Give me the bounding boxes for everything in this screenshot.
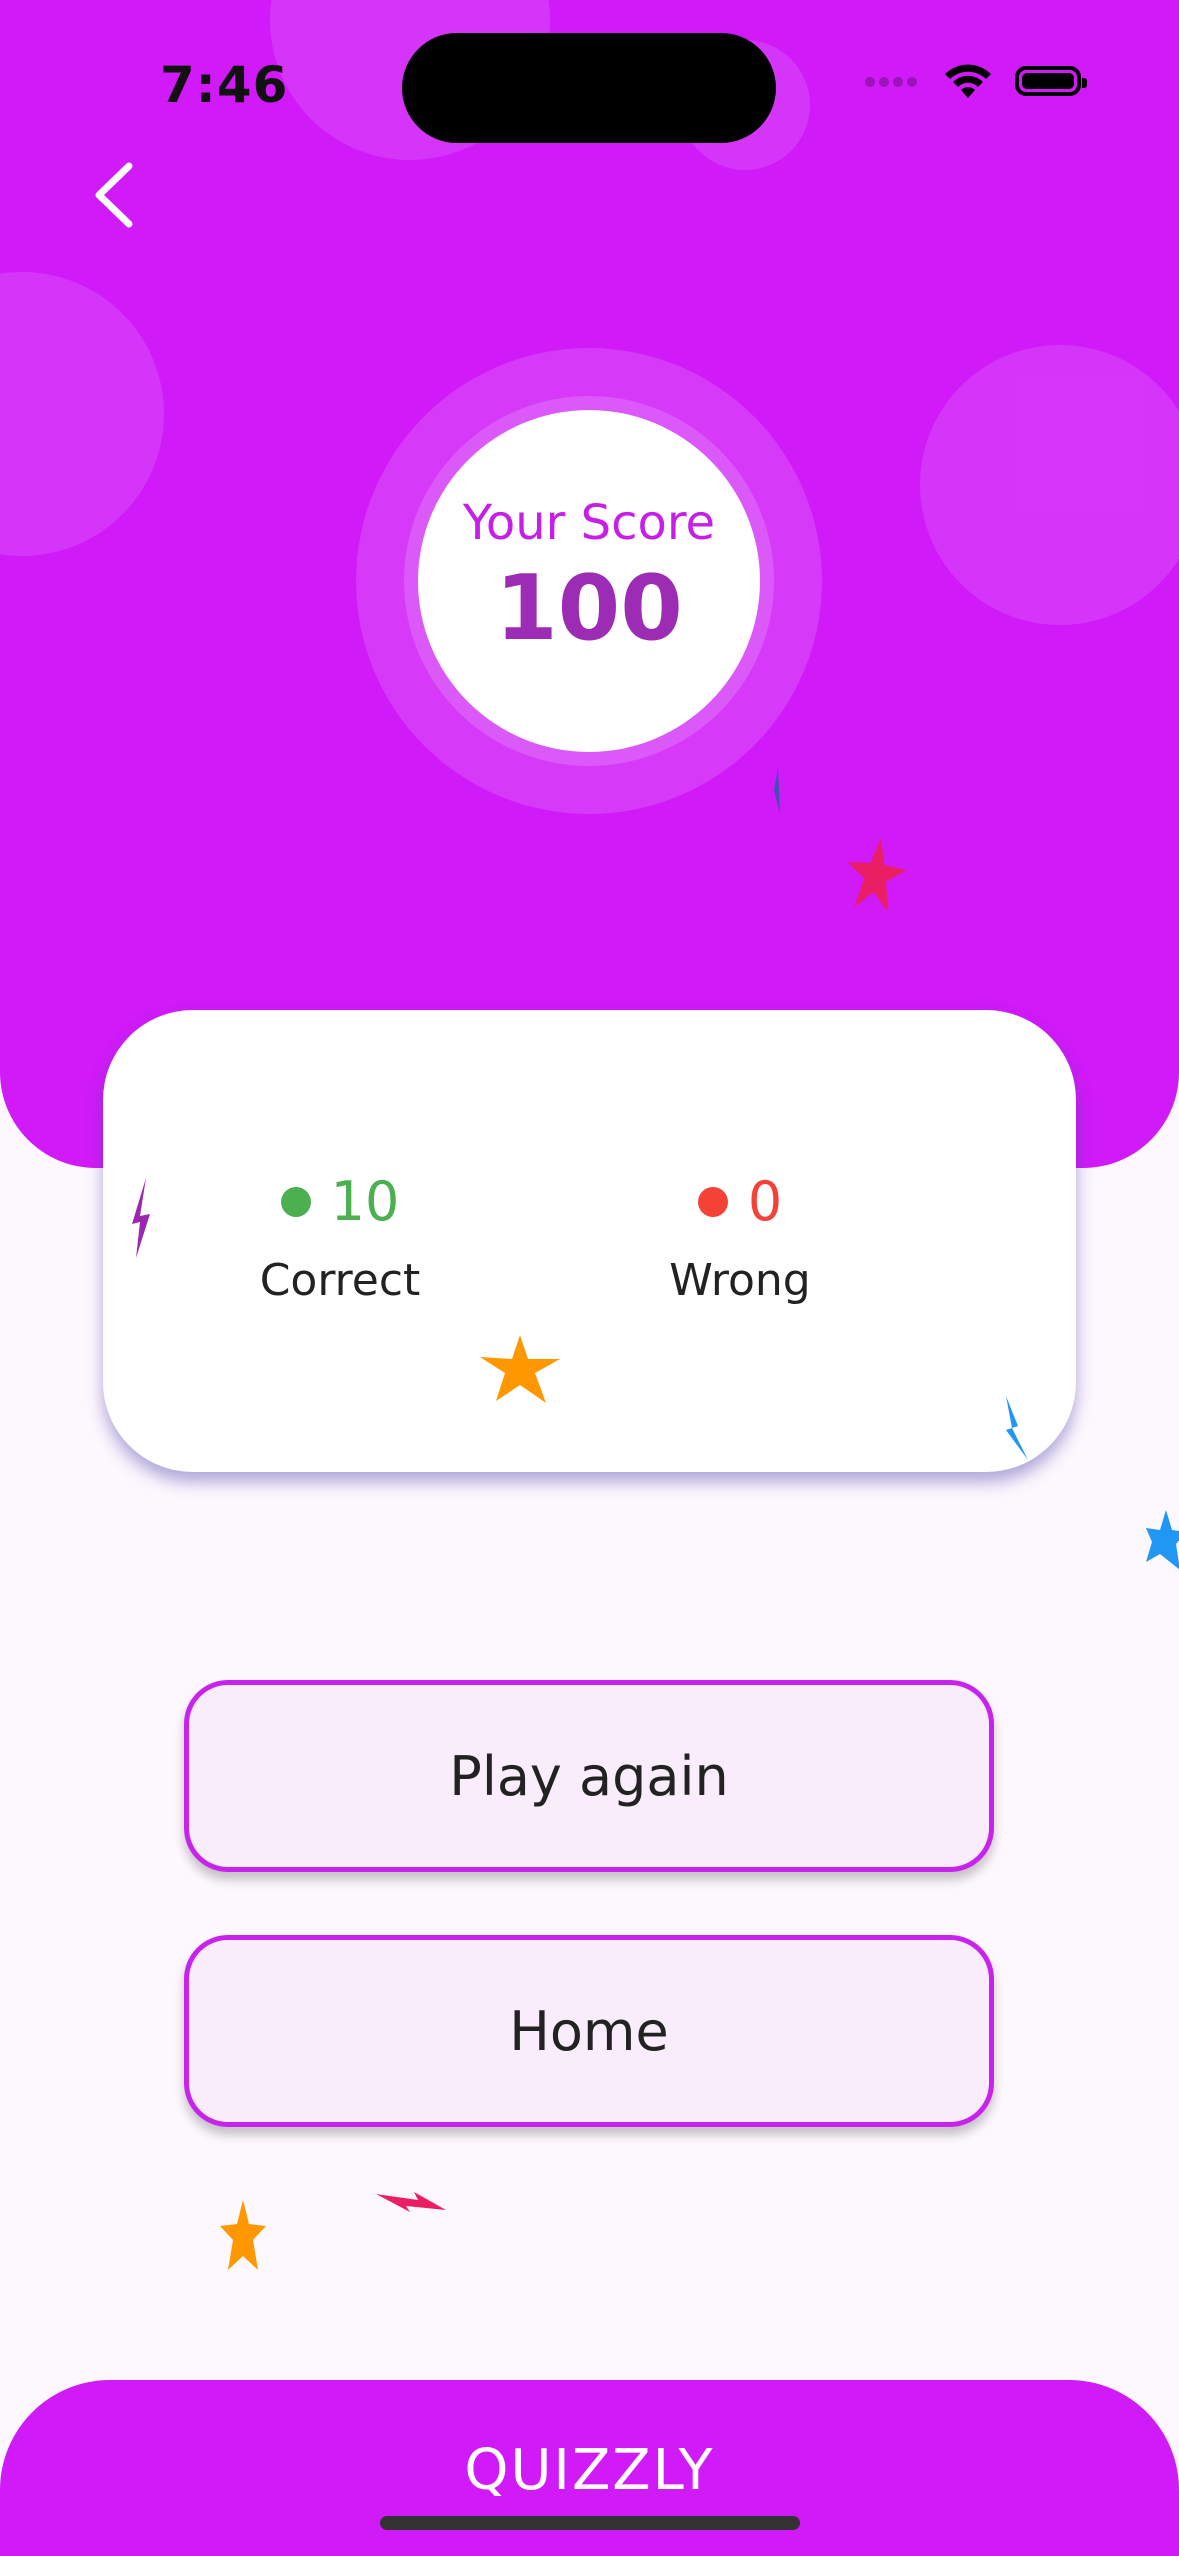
results-card: 10 Correct 0 Wrong [103, 1010, 1076, 1472]
status-time: 7:46 [160, 56, 289, 114]
correct-stat: 10 Correct [190, 1170, 490, 1306]
battery-icon [1015, 66, 1087, 96]
score-label: Your Score [462, 494, 716, 551]
confetti-star-icon [480, 1335, 560, 1403]
dynamic-island [402, 33, 776, 143]
score-circle: Your Score 100 [418, 410, 760, 752]
confetti-star-icon [847, 838, 906, 910]
app-brand-title: QUIZZLY [464, 2438, 715, 2503]
confetti-streak-icon [376, 2192, 446, 2212]
home-button[interactable]: Home [184, 1935, 994, 2127]
confetti-streak-icon [1006, 1396, 1028, 1460]
wrong-count: 0 [747, 1170, 783, 1233]
correct-label: Correct [259, 1255, 421, 1306]
confetti-star-icon [220, 2200, 266, 2270]
wifi-icon [945, 64, 991, 98]
confetti-streak-icon [132, 1178, 150, 1258]
confetti-streak-icon [774, 768, 780, 814]
correct-dot-icon [280, 1186, 311, 1217]
status-indicators [865, 62, 1087, 100]
score-value: 100 [495, 555, 683, 661]
wrong-dot-icon [697, 1186, 728, 1217]
wrong-label: Wrong [669, 1255, 811, 1306]
confetti-star-icon [1146, 1510, 1179, 1570]
cellular-signal-icon [865, 72, 921, 91]
home-indicator[interactable] [380, 2516, 800, 2530]
chevron-left-icon [95, 162, 133, 228]
correct-count: 10 [330, 1170, 400, 1233]
decor-bubble [0, 272, 164, 556]
wrong-stat: 0 Wrong [590, 1170, 890, 1306]
back-button[interactable] [78, 150, 150, 240]
decor-bubble [920, 345, 1179, 625]
play-again-button[interactable]: Play again [184, 1680, 994, 1872]
